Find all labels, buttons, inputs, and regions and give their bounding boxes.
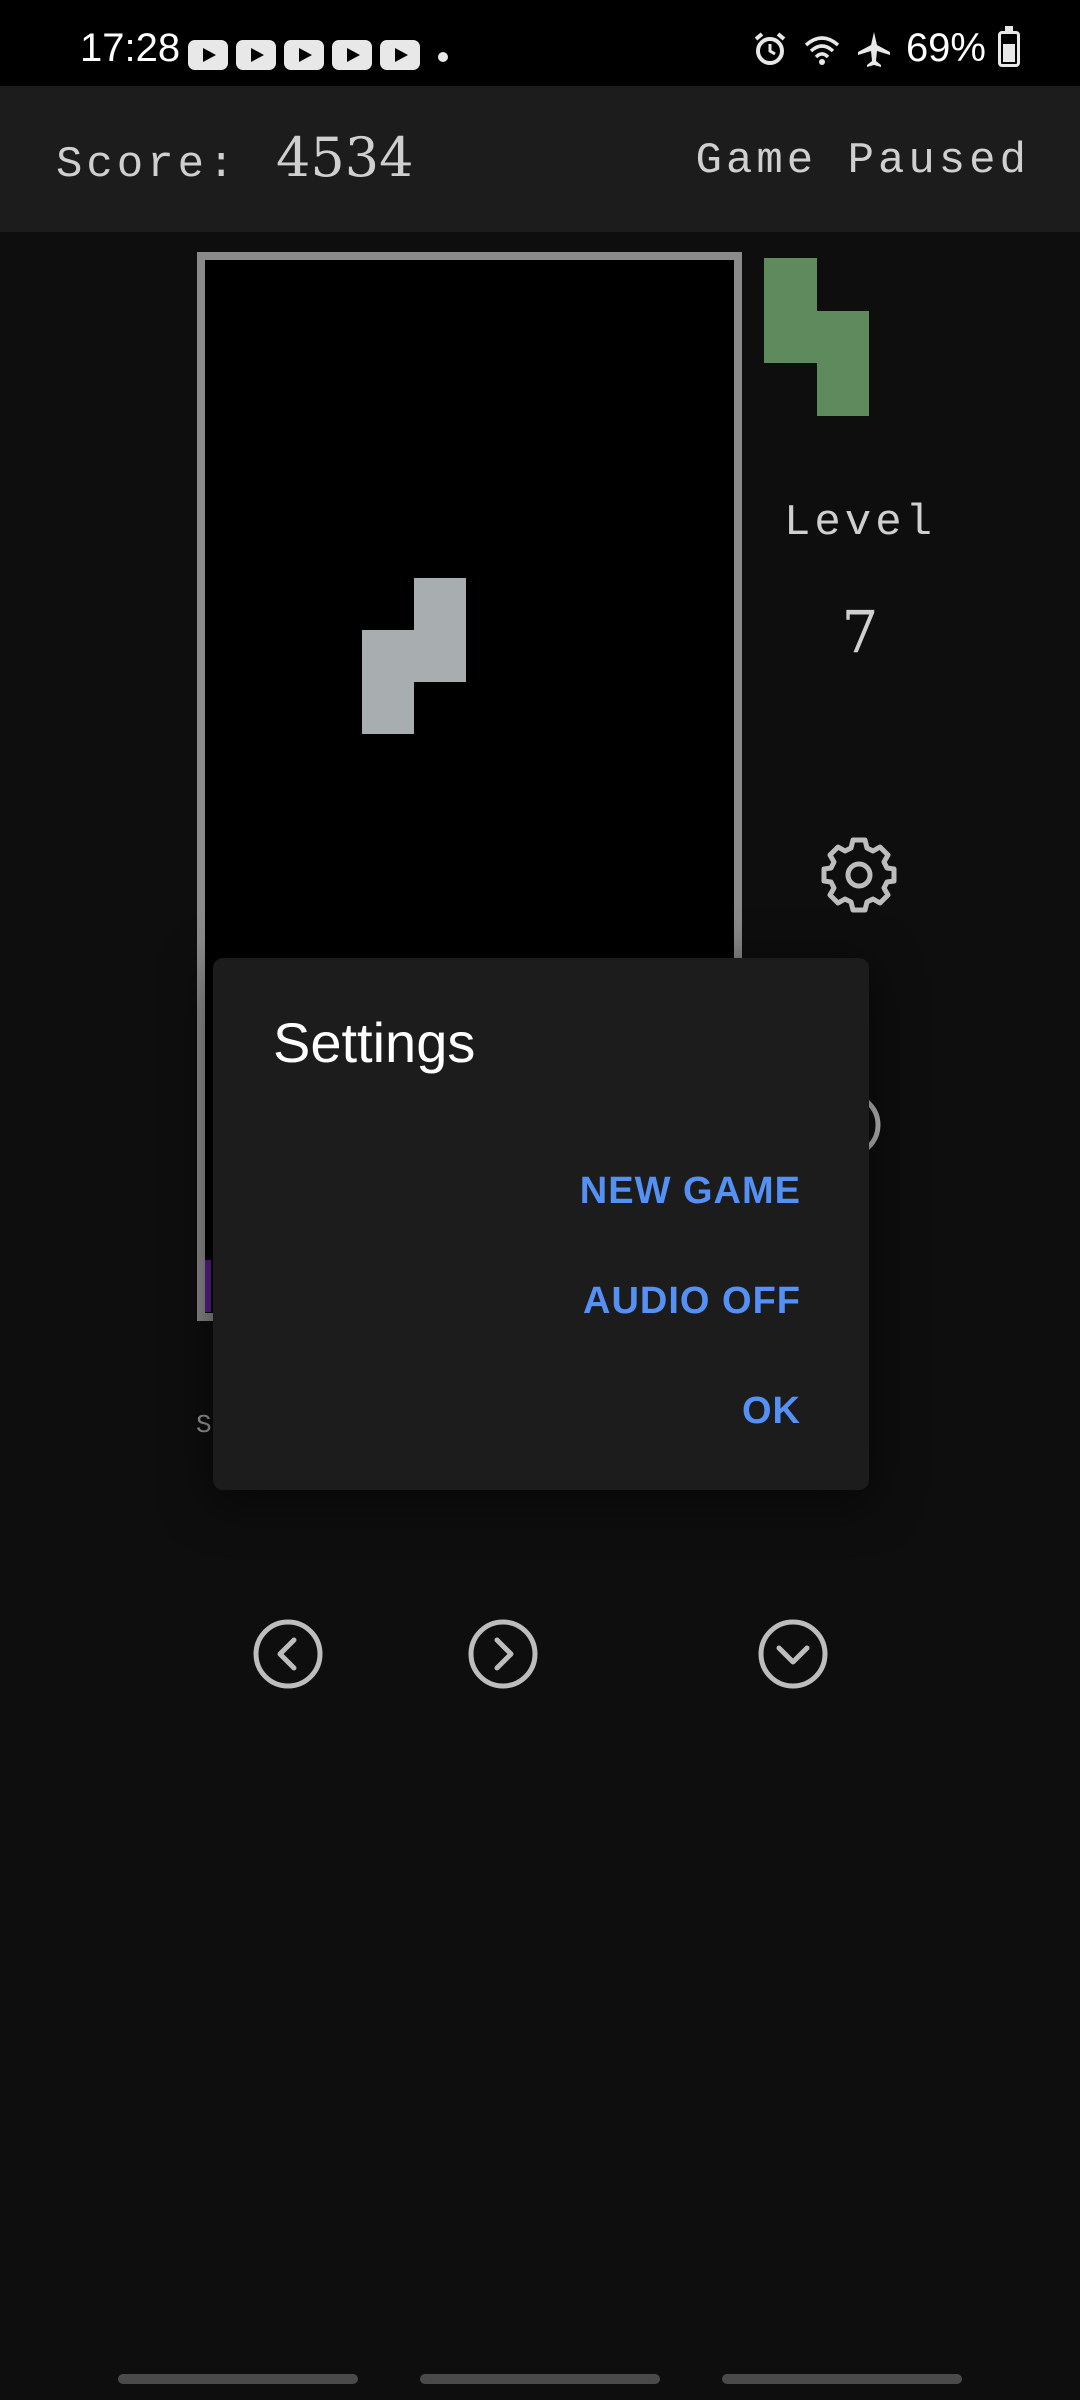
youtube-icon: [284, 40, 324, 70]
nav-segment[interactable]: [420, 2374, 660, 2384]
wifi-icon: [804, 35, 840, 65]
battery-percent: 69%: [905, 26, 986, 70]
dot-icon: [438, 52, 448, 62]
level-label: Level: [783, 498, 937, 548]
youtube-icon: [332, 40, 372, 70]
locked-block: [205, 1260, 211, 1312]
active-piece-block: [414, 630, 466, 682]
notification-icons: [188, 40, 420, 70]
ok-button[interactable]: OK: [742, 1390, 801, 1433]
active-piece-block: [362, 630, 414, 682]
status-bar: 17:28 69%: [0, 0, 1080, 86]
youtube-icon: [236, 40, 276, 70]
dialog-title: Settings: [273, 1011, 476, 1074]
battery-icon: [998, 25, 1020, 67]
youtube-icon: [188, 40, 228, 70]
gear-icon[interactable]: [818, 834, 900, 916]
next-piece-block: [817, 311, 869, 363]
navigation-bar: [0, 2360, 1080, 2400]
nav-segment[interactable]: [118, 2374, 358, 2384]
next-piece-preview: [764, 258, 869, 416]
settings-dialog: Settings NEW GAME AUDIO OFF OK: [213, 958, 869, 1490]
nav-segment[interactable]: [722, 2374, 962, 2384]
score-header: Score: 4534 Game Paused: [0, 86, 1080, 232]
chevron-down-icon[interactable]: [757, 1618, 829, 1690]
next-piece-block: [764, 258, 817, 311]
side-label-fragment: S: [196, 1410, 212, 1440]
level-value: 7: [841, 598, 879, 666]
audio-off-button[interactable]: AUDIO OFF: [583, 1280, 801, 1323]
status-right: 69%: [750, 25, 1020, 71]
score-label: Score:: [56, 140, 239, 190]
chevron-left-icon[interactable]: [252, 1618, 324, 1690]
status-time: 17:28: [80, 26, 181, 70]
chevron-right-icon[interactable]: [467, 1618, 539, 1690]
score-value: 4534: [276, 126, 414, 189]
airplane-icon: [857, 31, 890, 67]
new-game-button[interactable]: NEW GAME: [580, 1170, 801, 1213]
game-controls: [0, 1610, 1080, 1730]
next-piece-block: [764, 311, 817, 363]
youtube-icon: [380, 40, 420, 70]
active-piece-block: [414, 578, 466, 630]
next-piece-block: [817, 363, 869, 416]
active-piece-block: [362, 682, 414, 734]
game-status: Game Paused: [695, 136, 1030, 186]
alarm-icon: [754, 31, 786, 65]
